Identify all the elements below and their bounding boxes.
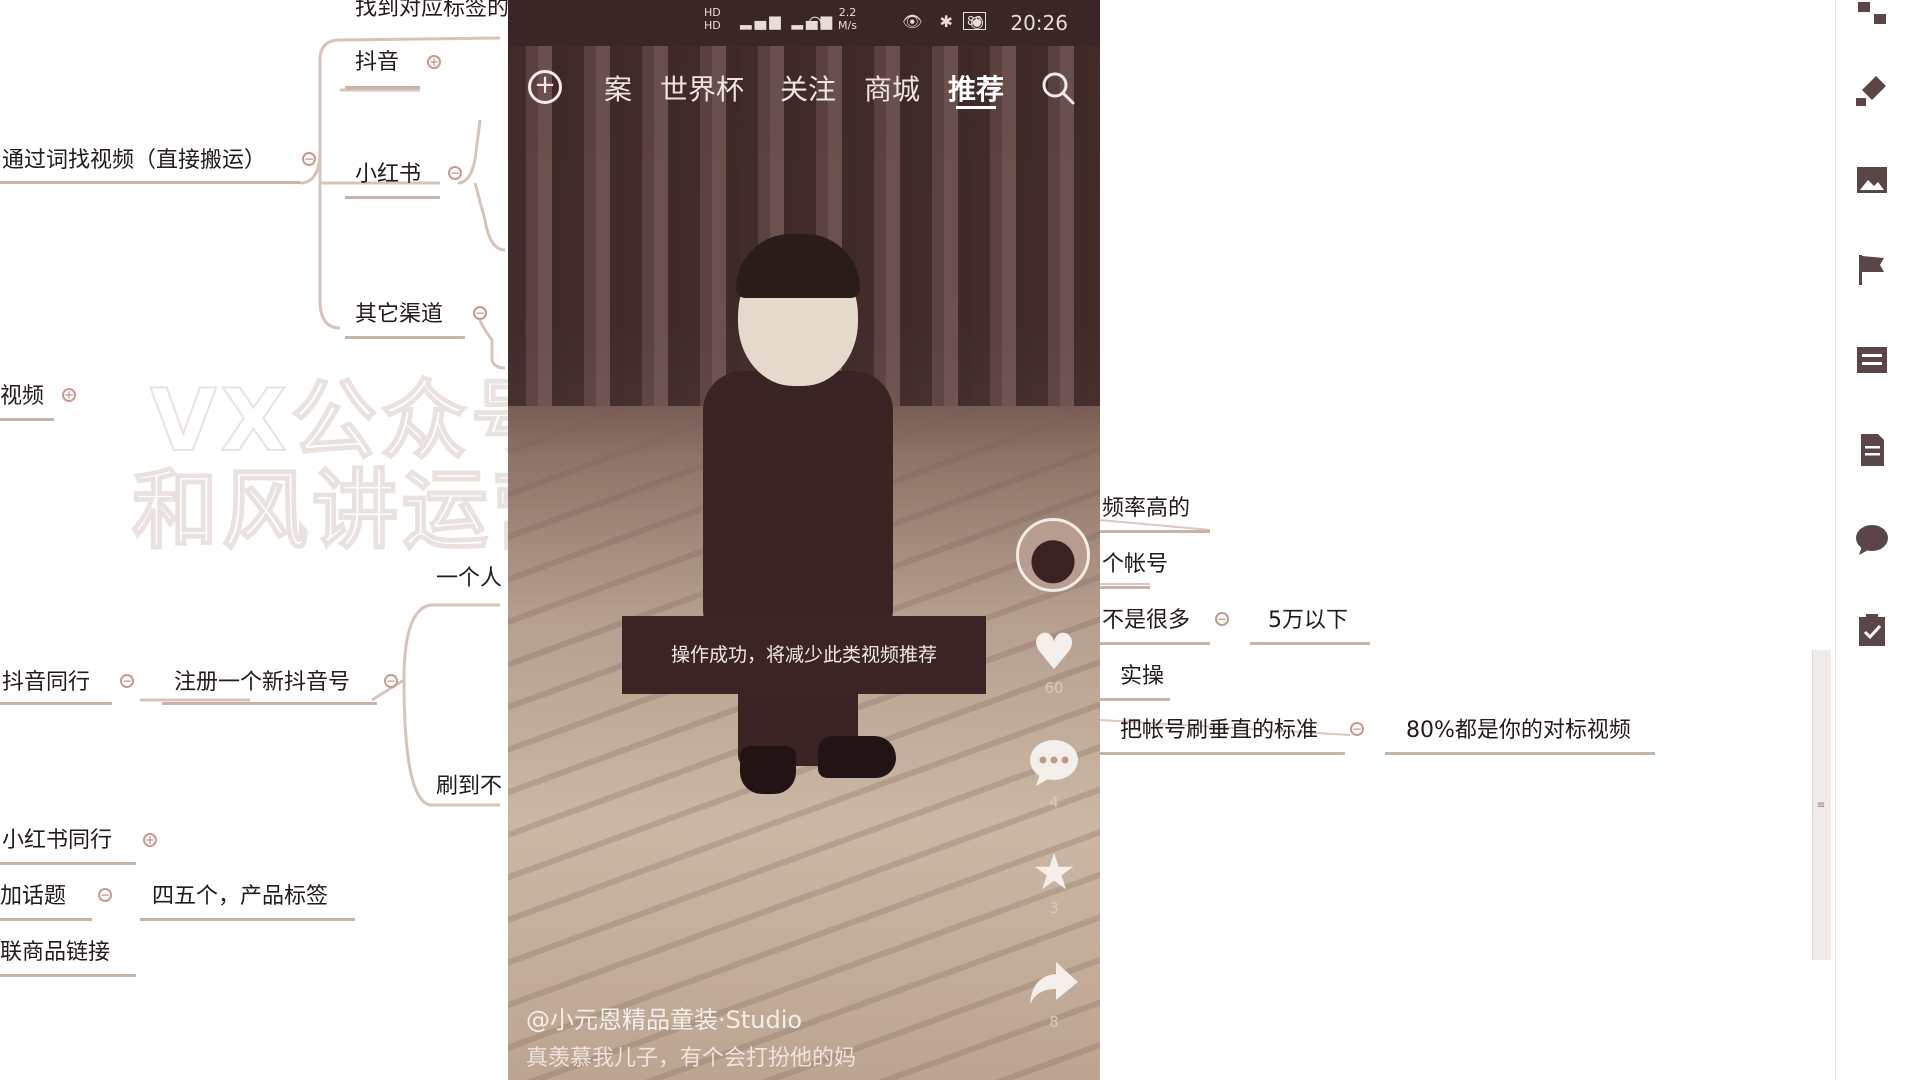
node-find-tag-title[interactable]: 找到对应标签的 bbox=[355, 0, 509, 22]
node-practice[interactable]: 实操 bbox=[1120, 664, 1164, 690]
expand-toggle-icon[interactable]: + bbox=[143, 833, 157, 847]
child-figure bbox=[703, 371, 893, 631]
node-underline bbox=[1250, 642, 1370, 645]
like-button[interactable]: ♥ 60 bbox=[1008, 624, 1100, 696]
comment-button[interactable]: 4 bbox=[1008, 734, 1100, 810]
favorite-button[interactable]: ★ 3 bbox=[1008, 844, 1100, 916]
video-caption: 真羡慕我儿子，有个会打扮他的妈 bbox=[526, 1046, 857, 1071]
node-underline bbox=[1100, 586, 1150, 589]
node-underline bbox=[0, 702, 112, 705]
node-one-account[interactable]: 个帐号 bbox=[1102, 552, 1168, 578]
node-other-channels[interactable]: 其它渠道 bbox=[355, 302, 443, 328]
collapse-toggle-icon[interactable]: − bbox=[1350, 722, 1364, 736]
author-name[interactable]: @小元恩精品童装·Studio bbox=[526, 1000, 802, 1035]
node-underline bbox=[345, 336, 465, 339]
heart-icon: ♥ bbox=[1031, 623, 1077, 681]
node-one-person[interactable]: 一个人 bbox=[436, 566, 502, 592]
node-underline bbox=[0, 974, 136, 977]
comment-panel-icon[interactable] bbox=[1854, 522, 1890, 558]
text-style-icon[interactable] bbox=[1854, 342, 1890, 378]
node-underline bbox=[1100, 698, 1170, 701]
node-underline bbox=[1100, 642, 1210, 645]
collapse-toggle-icon[interactable]: − bbox=[473, 306, 487, 320]
tab-recommend[interactable]: 推荐 bbox=[948, 68, 1004, 108]
tab-mall[interactable]: 商城 bbox=[864, 68, 920, 108]
hd-badge: HD bbox=[704, 6, 721, 19]
search-icon[interactable] bbox=[1038, 68, 1078, 108]
like-count: 60 bbox=[1044, 679, 1064, 697]
node-topic-count[interactable]: 四五个，产品标签 bbox=[152, 884, 328, 910]
collapse-toggle-icon[interactable]: − bbox=[448, 166, 462, 180]
favorite-count: 3 bbox=[1049, 899, 1059, 917]
scrollbar-grip-icon[interactable]: ≡ bbox=[1812, 800, 1830, 812]
task-icon[interactable] bbox=[1854, 612, 1890, 648]
node-underline bbox=[140, 918, 355, 921]
comment-count: 4 bbox=[1049, 793, 1059, 811]
node-underline bbox=[345, 196, 440, 199]
plus-circle-icon[interactable]: + bbox=[528, 70, 562, 104]
collapse-toggle-icon[interactable]: − bbox=[120, 674, 134, 688]
node-xiaohongshu[interactable]: 小红书 bbox=[355, 162, 421, 188]
network-indicator: HD HD bbox=[704, 6, 721, 32]
child-figure bbox=[740, 746, 796, 794]
author-avatar[interactable] bbox=[1016, 518, 1090, 592]
node-xhs-peer[interactable]: 小红书同行 bbox=[2, 828, 112, 854]
flag-icon[interactable] bbox=[1854, 252, 1890, 288]
collapse-toggle-icon[interactable]: − bbox=[1215, 612, 1229, 626]
child-figure bbox=[818, 736, 896, 778]
star-icon: ★ bbox=[1031, 843, 1077, 901]
node-underline bbox=[0, 918, 92, 921]
collapse-toggle-icon[interactable]: − bbox=[98, 888, 112, 902]
node-find-by-word[interactable]: 通过词找视频（直接搬运） bbox=[2, 148, 266, 174]
node-register-new-account[interactable]: 注册一个新抖音号 bbox=[174, 670, 350, 696]
tab-following[interactable]: 关注 bbox=[780, 68, 836, 108]
comment-icon bbox=[1030, 740, 1078, 786]
right-toolbar bbox=[1835, 0, 1910, 1080]
note-icon[interactable] bbox=[1854, 432, 1890, 468]
node-not-many[interactable]: 不是很多 bbox=[1102, 608, 1190, 634]
share-count: 8 bbox=[1049, 1013, 1059, 1031]
image-icon[interactable] bbox=[1854, 162, 1890, 198]
tab-world-cup[interactable]: 世界杯 bbox=[660, 68, 744, 108]
node-underline bbox=[1100, 530, 1210, 533]
node-under-50k[interactable]: 5万以下 bbox=[1268, 608, 1348, 634]
network-speed: 2.2 M/s bbox=[838, 6, 857, 32]
node-video[interactable]: 视频 bbox=[0, 384, 44, 410]
node-high-frequency[interactable]: 频率高的 bbox=[1102, 496, 1190, 522]
node-add-topic[interactable]: 加话题 bbox=[0, 884, 66, 910]
node-underline bbox=[162, 702, 377, 705]
collapse-toggle-icon[interactable]: − bbox=[384, 674, 398, 688]
active-tab-indicator bbox=[956, 106, 996, 109]
phone-screen[interactable]: HD HD ▂▄▆ ▂▄▆ ◠ 2.2 M/s 👁 ✱ ◉ 88 20:26 + … bbox=[508, 0, 1100, 1080]
node-eighty-percent[interactable]: 80%都是你的对标视频 bbox=[1406, 718, 1631, 744]
wifi-icon: ◠ bbox=[808, 12, 822, 31]
structure-icon[interactable] bbox=[1854, 0, 1890, 36]
node-vertical-standard[interactable]: 把帐号刷垂直的标准 bbox=[1120, 718, 1318, 744]
status-bar: HD HD ▂▄▆ ▂▄▆ ◠ 2.2 M/s 👁 ✱ ◉ 88 20:26 bbox=[508, 0, 1100, 46]
tab-partial[interactable]: 案 bbox=[604, 68, 632, 108]
status-time: 20:26 bbox=[1010, 11, 1068, 35]
collapse-toggle-icon[interactable]: − bbox=[302, 152, 316, 166]
share-icon bbox=[1030, 962, 1078, 1004]
node-brush-to[interactable]: 刷到不 bbox=[436, 774, 502, 800]
node-link-goods[interactable]: 联商品链接 bbox=[0, 940, 110, 966]
node-underline bbox=[1385, 752, 1655, 755]
expand-toggle-icon[interactable]: + bbox=[427, 55, 441, 69]
node-underline bbox=[345, 86, 420, 89]
node-underline bbox=[0, 418, 54, 421]
node-underline bbox=[1100, 752, 1345, 755]
node-underline bbox=[0, 862, 136, 865]
format-brush-icon[interactable] bbox=[1854, 72, 1890, 108]
expand-toggle-icon[interactable]: + bbox=[62, 388, 76, 402]
battery-icon: 88 bbox=[963, 12, 987, 30]
share-button[interactable]: 8 bbox=[1008, 954, 1100, 1030]
node-douyin-peer[interactable]: 抖音同行 bbox=[2, 670, 90, 696]
node-douyin[interactable]: 抖音 bbox=[355, 50, 399, 76]
hd-badge: HD bbox=[704, 19, 721, 32]
node-underline bbox=[0, 181, 300, 184]
top-tab-bar: + 案 世界杯 关注 商城 推荐 bbox=[508, 58, 1100, 109]
side-action-bar: ♥ 60 4 ★ 3 8 bbox=[1008, 518, 1100, 1078]
toast-message: 操作成功，将减少此类视频推荐 bbox=[622, 616, 986, 694]
